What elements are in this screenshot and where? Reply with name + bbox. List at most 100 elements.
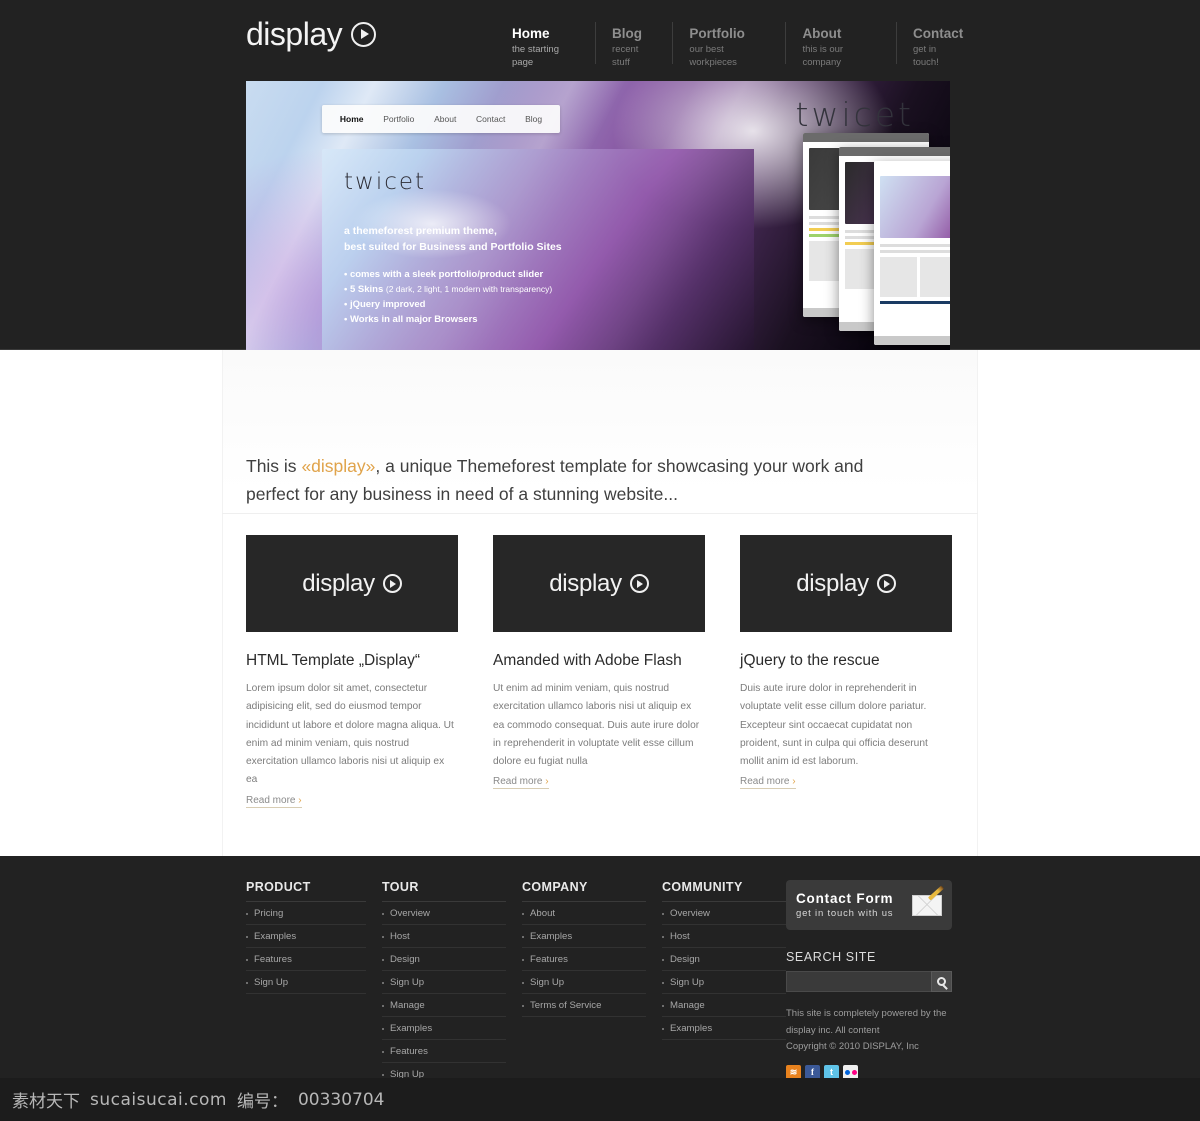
footer-column-company: COMPANY About Examples Features Sign Up …: [522, 880, 646, 1086]
read-more-link[interactable]: Read more ›: [246, 795, 302, 808]
nav-item-blog-sub: recent stuff: [612, 44, 639, 68]
hero-feature-list: comes with a sleek portfolio/product sli…: [344, 267, 732, 327]
card-logo-text: display: [549, 569, 622, 597]
footer-link-host[interactable]: Host: [382, 925, 506, 948]
footer-link-examples[interactable]: Examples: [522, 925, 646, 948]
site-footer: PRODUCT Pricing Examples Features Sign U…: [0, 856, 1200, 1086]
read-more-link[interactable]: Read more ›: [740, 776, 796, 790]
card-thumbnail-2[interactable]: display: [493, 535, 705, 632]
arrow-right-icon: ›: [545, 776, 549, 788]
header-inner: display Home the starting page Blog rece…: [222, 0, 978, 80]
footer-link-features[interactable]: Features: [246, 948, 366, 971]
play-circle-icon: [629, 574, 649, 593]
contact-form-title: Contact Form: [796, 891, 894, 906]
footer-link-features[interactable]: Features: [382, 1040, 506, 1063]
footer-link-overview[interactable]: Overview: [662, 902, 786, 925]
footer-column-tour: TOUR Overview Host Design Sign Up Manage…: [382, 880, 506, 1086]
nav-item-home-title: Home: [512, 26, 550, 41]
card-thumbnail-1[interactable]: display: [246, 535, 458, 632]
hero-feature-item: 5 Skins (2 dark, 2 light, 1 modern with …: [344, 282, 732, 297]
footer-link-pricing[interactable]: Pricing: [246, 902, 366, 925]
card-body: Lorem ipsum dolor sit amet, consectetur …: [246, 683, 454, 786]
nav-item-contact-title: Contact: [912, 26, 964, 41]
nav-item-contact-sub: get in touch!: [912, 44, 939, 68]
watermark-bar: 素材天下 sucaisucai.com 编号： 00330704: [0, 1078, 1200, 1121]
card-body: Ut enim ad minim veniam, quis nostrud ex…: [493, 683, 700, 768]
intro-paragraph: This is «display», a unique Themeforest …: [246, 452, 916, 508]
footer-heading-product: PRODUCT: [246, 880, 366, 902]
hero-tagline: a themeforest premium theme, best suited…: [344, 223, 732, 255]
card-title: jQuery to the rescue: [740, 652, 880, 669]
nav-item-portfolio-title: Portfolio: [689, 26, 745, 41]
footer-heading-tour: TOUR: [382, 880, 506, 902]
hero-mock-nav-blog: Blog: [525, 114, 543, 124]
card-title: Amanded with Adobe Flash: [493, 652, 682, 669]
card-thumbnail-3[interactable]: display: [740, 535, 952, 632]
feature-card: display jQuery to the rescue Duis aute i…: [740, 535, 952, 808]
read-more-link[interactable]: Read more ›: [493, 776, 549, 790]
footer-link-manage[interactable]: Manage: [382, 994, 506, 1017]
play-circle-icon: [351, 21, 377, 47]
nav-item-home[interactable]: Home the starting page: [502, 22, 595, 68]
footer-column-community: COMMUNITY Overview Host Design Sign Up M…: [662, 880, 786, 1086]
card-logo-text: display: [796, 569, 869, 597]
footer-link-examples[interactable]: Examples: [382, 1017, 506, 1040]
watermark-id-label: 编号：: [236, 1092, 288, 1112]
footer-link-manage[interactable]: Manage: [662, 994, 786, 1017]
contact-form-button[interactable]: Contact Form get in touch with us: [786, 880, 952, 930]
main-navigation: Home the starting page Blog recent stuff…: [502, 22, 978, 68]
hero-tagline-line2: best suited for Business and Portfolio S…: [344, 241, 562, 253]
footer-link-signup[interactable]: Sign Up: [382, 971, 506, 994]
footer-heading-community: COMMUNITY: [662, 880, 786, 902]
search-site-label: SEARCH SITE: [786, 950, 876, 964]
hero-tagline-line1: a themeforest premium theme,: [344, 225, 497, 237]
copyright-line-3: Copyright © 2010 DISPLAY, Inc: [786, 1041, 919, 1052]
site-logo[interactable]: display: [246, 18, 377, 50]
footer-list-product: Pricing Examples Features Sign Up: [246, 902, 366, 994]
hero-big-brand: twicet: [795, 95, 914, 134]
footer-link-examples[interactable]: Examples: [662, 1017, 786, 1040]
hero-mock-nav-about: About: [434, 114, 457, 124]
feature-card: display HTML Template „Display“ Lorem ip…: [246, 535, 458, 808]
footer-link-about[interactable]: About: [522, 902, 646, 925]
footer-link-overview[interactable]: Overview: [382, 902, 506, 925]
intro-highlight: «display»: [301, 456, 376, 476]
nav-item-blog[interactable]: Blog recent stuff: [595, 22, 672, 68]
envelope-pencil-icon: [912, 884, 945, 916]
footer-link-signup[interactable]: Sign Up: [522, 971, 646, 994]
arrow-right-icon: ›: [792, 776, 796, 788]
hero-mock-nav-portfolio: Portfolio: [383, 114, 415, 124]
play-circle-icon: [876, 574, 896, 593]
footer-link-terms[interactable]: Terms of Service: [522, 994, 646, 1017]
footer-link-examples[interactable]: Examples: [246, 925, 366, 948]
footer-heading-company: COMPANY: [522, 880, 646, 902]
search-input[interactable]: [786, 971, 931, 992]
footer-link-signup[interactable]: Sign Up: [246, 971, 366, 994]
footer-link-signup[interactable]: Sign Up: [662, 971, 786, 994]
search-site-row: [786, 971, 952, 992]
nav-item-about-title: About: [802, 26, 842, 41]
hero-feature-item: Works in all major Browsers: [344, 312, 732, 327]
hero-text-panel: twicet a themeforest premium theme, best…: [322, 149, 754, 352]
hero-feature-item: comes with a sleek portfolio/product sli…: [344, 267, 732, 282]
footer-list-community: Overview Host Design Sign Up Manage Exam…: [662, 902, 786, 1040]
footer-list-company: About Examples Features Sign Up Terms of…: [522, 902, 646, 1017]
footer-link-design[interactable]: Design: [662, 948, 786, 971]
feature-card: display Amanded with Adobe Flash Ut enim…: [493, 535, 705, 808]
hero-slider[interactable]: twicet Home Portfolio About Contact Blog: [246, 81, 950, 394]
footer-right-column: Contact Form get in touch with us SEARCH…: [786, 880, 954, 1080]
nav-item-about[interactable]: About this is our company: [785, 22, 896, 68]
footer-link-design[interactable]: Design: [382, 948, 506, 971]
footer-link-features[interactable]: Features: [522, 948, 646, 971]
nav-item-blog-title: Blog: [612, 26, 643, 41]
copyright-text: This site is completely powered by the d…: [786, 1006, 954, 1056]
hero-mock-nav-contact: Contact: [476, 114, 506, 124]
search-button[interactable]: [931, 971, 952, 992]
contact-form-subtitle: get in touch with us: [796, 908, 894, 919]
watermark-site-cn: 素材天下: [12, 1092, 80, 1112]
search-icon: [937, 977, 946, 986]
nav-item-contact[interactable]: Contact get in touch!: [895, 22, 978, 68]
card-title: HTML Template „Display“: [246, 652, 420, 669]
nav-item-portfolio[interactable]: Portfolio our best workpieces: [672, 22, 785, 68]
footer-link-host[interactable]: Host: [662, 925, 786, 948]
